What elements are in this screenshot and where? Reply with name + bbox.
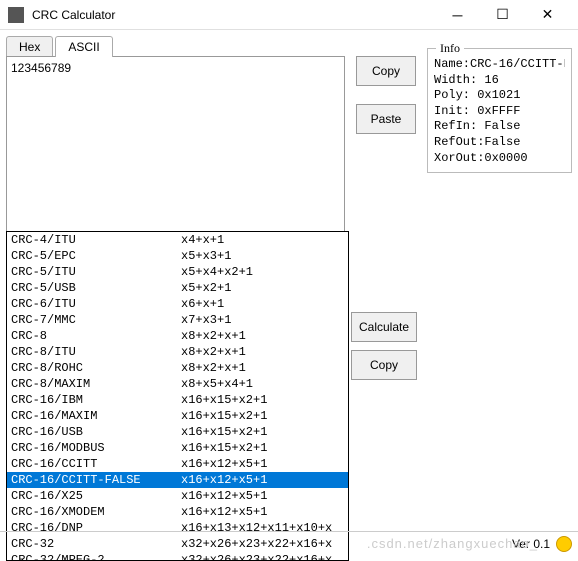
smiley-icon bbox=[556, 536, 572, 552]
app-icon bbox=[8, 7, 24, 23]
dropdown-item[interactable]: CRC-8/ITUx8+x2+x+1 bbox=[7, 344, 348, 360]
dropdown-item[interactable]: CRC-16/USBx16+x15+x2+1 bbox=[7, 424, 348, 440]
version-label: Ver 0.1 bbox=[512, 537, 550, 551]
copy-result-button[interactable]: Copy bbox=[351, 350, 417, 380]
close-button[interactable]: ✕ bbox=[525, 0, 570, 30]
dropdown-item[interactable]: CRC-5/ITUx5+x4+x2+1 bbox=[7, 264, 348, 280]
dropdown-item[interactable]: CRC-8x8+x2+x+1 bbox=[7, 328, 348, 344]
dropdown-item[interactable]: CRC-5/USBx5+x2+1 bbox=[7, 280, 348, 296]
dropdown-item[interactable]: CRC-7/MMCx7+x3+1 bbox=[7, 312, 348, 328]
dropdown-item[interactable]: CRC-6/ITUx6+x+1 bbox=[7, 296, 348, 312]
dropdown-item[interactable]: CRC-16/CCITTx16+x12+x5+1 bbox=[7, 456, 348, 472]
tab-hex[interactable]: Hex bbox=[6, 36, 53, 57]
info-refout: RefOut:False bbox=[434, 135, 565, 151]
minimize-button[interactable]: ─ bbox=[435, 0, 480, 30]
input-tabs: Hex ASCII bbox=[6, 36, 345, 57]
dropdown-item[interactable]: CRC-16/MODBUSx16+x15+x2+1 bbox=[7, 440, 348, 456]
dropdown-item[interactable]: CRC-16/IBMx16+x15+x2+1 bbox=[7, 392, 348, 408]
window-title: CRC Calculator bbox=[32, 8, 435, 22]
calculate-button[interactable]: Calculate bbox=[351, 312, 417, 342]
titlebar: CRC Calculator ─ ☐ ✕ bbox=[0, 0, 578, 30]
dropdown-item[interactable]: CRC-8/MAXIMx8+x5+x4+1 bbox=[7, 376, 348, 392]
info-poly: Poly: 0x1021 bbox=[434, 88, 565, 104]
info-xorout: XorOut:0x0000 bbox=[434, 151, 565, 167]
dropdown-item[interactable]: CRC-16/MAXIMx16+x15+x2+1 bbox=[7, 408, 348, 424]
info-init: Init: 0xFFFF bbox=[434, 104, 565, 120]
tab-ascii[interactable]: ASCII bbox=[55, 36, 112, 57]
paste-button[interactable]: Paste bbox=[356, 104, 416, 134]
dropdown-item[interactable]: CRC-16/XMODEMx16+x12+x5+1 bbox=[7, 504, 348, 520]
dropdown-item[interactable]: CRC-5/EPCx5+x3+1 bbox=[7, 248, 348, 264]
dropdown-item[interactable]: CRC-16/X25x16+x12+x5+1 bbox=[7, 488, 348, 504]
info-panel: Info Name:CRC-16/CCITT-FAl Width: 16 Pol… bbox=[427, 48, 572, 173]
dropdown-item[interactable]: CRC-4/ITUx4+x+1 bbox=[7, 232, 348, 248]
statusbar: Ver 0.1 bbox=[0, 531, 578, 555]
info-name: Name:CRC-16/CCITT-FAl bbox=[434, 57, 565, 73]
copy-button[interactable]: Copy bbox=[356, 56, 416, 86]
info-width: Width: 16 bbox=[434, 73, 565, 89]
info-label: Info bbox=[436, 41, 464, 57]
dropdown-item[interactable]: CRC-8/ROHCx8+x2+x+1 bbox=[7, 360, 348, 376]
maximize-button[interactable]: ☐ bbox=[480, 0, 525, 30]
crc-dropdown-list[interactable]: CRC-4/ITUx4+x+1CRC-5/EPCx5+x3+1CRC-5/ITU… bbox=[6, 231, 349, 561]
dropdown-item[interactable]: CRC-16/CCITT-FALSEx16+x12+x5+1 bbox=[7, 472, 348, 488]
info-refin: RefIn: False bbox=[434, 119, 565, 135]
